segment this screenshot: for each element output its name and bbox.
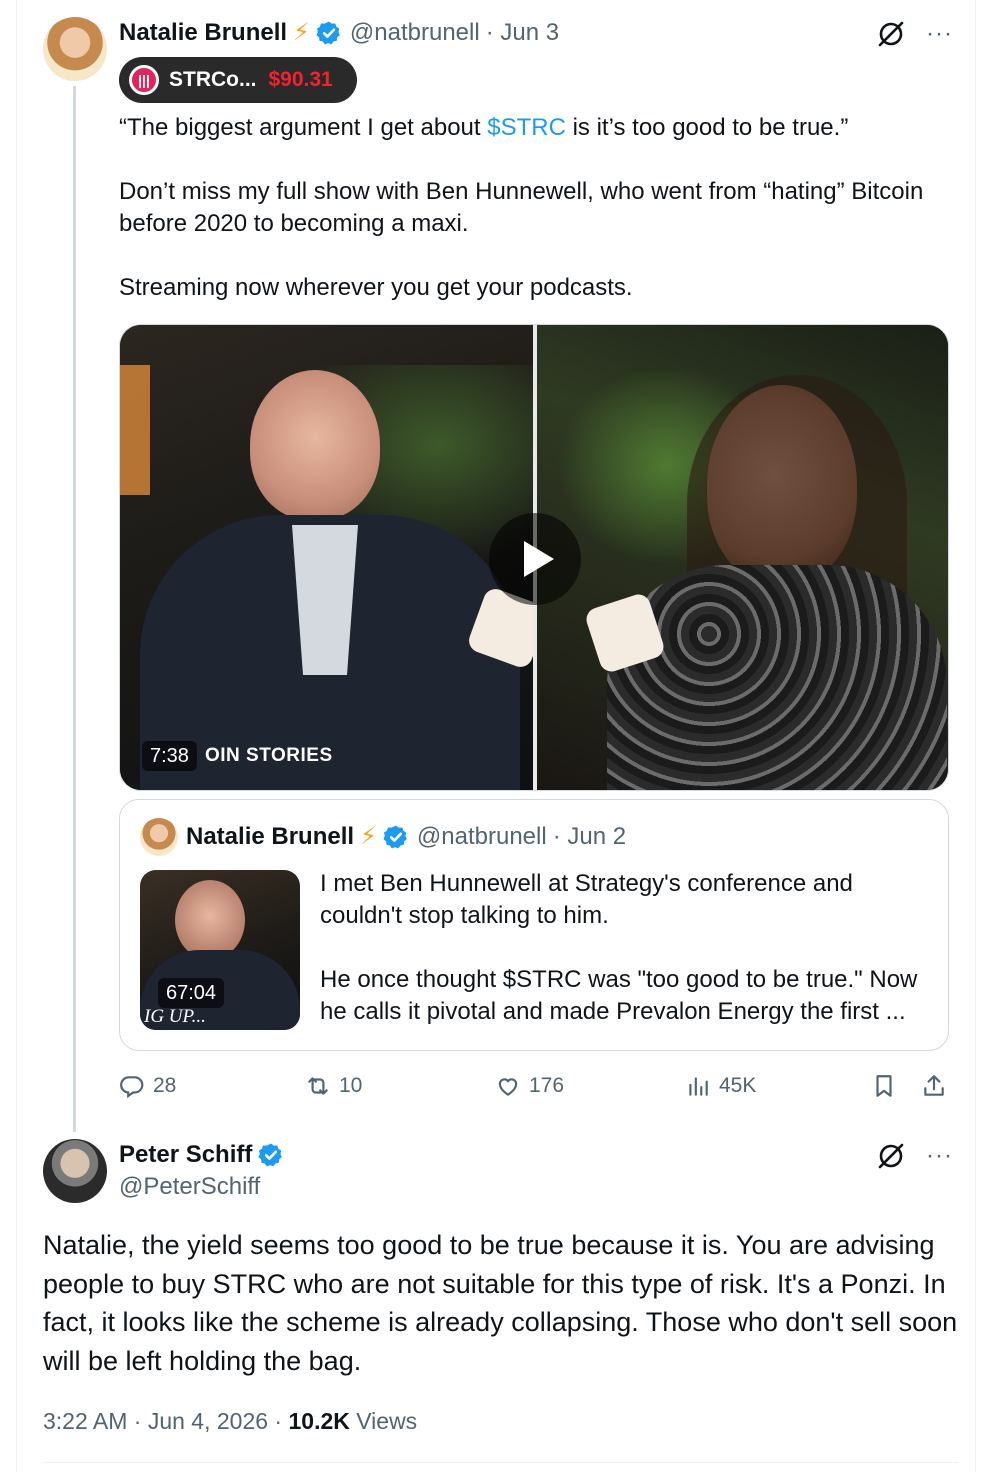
more-options-icon[interactable]: ··· bbox=[926, 20, 953, 48]
views-button[interactable]: 45K bbox=[685, 1066, 756, 1106]
quoted-avatar bbox=[140, 818, 178, 856]
ticker-price: $90.31 bbox=[268, 68, 333, 91]
post-text-para3: Streaming now wherever you get your podc… bbox=[119, 274, 633, 301]
views-count: 45K bbox=[719, 1074, 757, 1097]
video-duration: 7:38 bbox=[142, 741, 197, 771]
verified-badge-icon bbox=[316, 21, 340, 45]
post-text-line1: “The biggest argument I get about $STRC … bbox=[119, 114, 849, 141]
reply-icon bbox=[120, 1076, 144, 1099]
video-overlay-text: OIN STORIES bbox=[205, 745, 333, 766]
strategy-logo-icon: ||| bbox=[129, 65, 159, 95]
lightning-emoji: ⚡ bbox=[293, 19, 310, 46]
play-button[interactable] bbox=[489, 513, 581, 605]
post-date[interactable]: · Jun 3 bbox=[486, 18, 559, 48]
cashtag-link[interactable]: $STRC bbox=[487, 114, 566, 141]
quoted-post[interactable]: Natalie Brunell ⚡ @natbrunell · Jun 2 67… bbox=[119, 799, 949, 1051]
quoted-video-duration: 67:04 bbox=[158, 978, 225, 1008]
reply-author-name[interactable]: Peter Schiff bbox=[119, 1140, 252, 1170]
views-chart-icon bbox=[689, 1077, 708, 1096]
quoted-handle: @natbrunell bbox=[416, 823, 547, 850]
repost-count: 10 bbox=[339, 1074, 363, 1097]
repost-icon bbox=[308, 1077, 328, 1095]
quoted-thumb-overlay-text: IG UP... bbox=[144, 1006, 206, 1027]
reply-top-actions: ··· bbox=[876, 1141, 953, 1171]
avatar[interactable] bbox=[43, 17, 107, 81]
reply-button[interactable]: 28 bbox=[119, 1066, 176, 1106]
post-text-para2: Don’t miss my full show with Ben Hunnewe… bbox=[119, 178, 924, 237]
post-top-actions: ··· bbox=[876, 19, 953, 49]
quoted-text: I met Ben Hunnewell at Strategy's confer… bbox=[320, 868, 935, 1028]
author-name[interactable]: Natalie Brunell bbox=[119, 18, 287, 48]
video-left-frame bbox=[120, 325, 551, 790]
reply-views-label: Views bbox=[356, 1408, 418, 1434]
heart-icon bbox=[498, 1078, 518, 1096]
like-count: 176 bbox=[529, 1074, 565, 1097]
share-icon bbox=[924, 1075, 944, 1096]
reply-views-count: 10.2K bbox=[288, 1408, 350, 1434]
play-icon bbox=[524, 541, 554, 577]
reply-time[interactable]: 3:22 AM bbox=[43, 1408, 127, 1434]
stock-ticker-chip[interactable]: ||| STRCo... $90.31 bbox=[119, 57, 357, 103]
host-blouse bbox=[607, 565, 947, 790]
repost-button[interactable]: 10 bbox=[305, 1066, 362, 1106]
book-spines bbox=[120, 365, 150, 495]
thumb-face bbox=[175, 880, 245, 960]
grok-icon[interactable] bbox=[876, 19, 906, 49]
video-right-frame bbox=[537, 325, 948, 790]
quoted-text-para2: He once thought $STRC was "too good to b… bbox=[320, 966, 918, 1025]
quoted-video-thumbnail[interactable]: 67:04 IG UP... bbox=[140, 870, 300, 1030]
share-button[interactable] bbox=[921, 1066, 947, 1106]
quoted-text-para1: I met Ben Hunnewell at Strategy's confer… bbox=[320, 870, 853, 929]
quoted-author-name: Natalie Brunell bbox=[186, 823, 355, 850]
reply-meta: 3:22 AM · Jun 4, 2026 · 10.2K Views bbox=[43, 1405, 417, 1437]
quoted-lightning-emoji: ⚡ bbox=[360, 823, 377, 850]
post-header: Natalie Brunell ⚡ @natbrunell · Jun 3 bbox=[119, 18, 559, 48]
reply-date[interactable]: · Jun 4, 2026 · bbox=[134, 1408, 282, 1434]
quoted-verified-badge-icon bbox=[383, 825, 407, 849]
quoted-date: · Jun 2 bbox=[552, 823, 627, 850]
reply-verified-badge-icon bbox=[258, 1143, 283, 1167]
post-action-bar: 28 10 176 45K bbox=[119, 1066, 949, 1106]
post-text: “The biggest argument I get about $STRC … bbox=[119, 112, 949, 304]
reply-text: Natalie, the yield seems too good to be … bbox=[43, 1230, 958, 1376]
bookmark-icon bbox=[876, 1075, 892, 1097]
divider bbox=[43, 1462, 958, 1463]
bookmark-button[interactable] bbox=[871, 1066, 897, 1106]
author-handle[interactable]: @natbrunell bbox=[350, 18, 480, 48]
reply-header: Peter Schiff bbox=[119, 1140, 284, 1170]
reply-avatar[interactable] bbox=[43, 1139, 107, 1203]
guest-face bbox=[250, 370, 380, 520]
quoted-header: Natalie Brunell ⚡ @natbrunell · Jun 2 bbox=[186, 822, 626, 852]
reply-grok-icon[interactable] bbox=[876, 1141, 906, 1171]
reply-handle[interactable]: @PeterSchiff bbox=[119, 1172, 260, 1202]
reply-count: 28 bbox=[153, 1074, 177, 1097]
like-button[interactable]: 176 bbox=[495, 1066, 564, 1106]
thread-connector-line bbox=[73, 86, 76, 1132]
video-player[interactable]: 7:38 OIN STORIES bbox=[119, 324, 949, 791]
reply-more-options-icon[interactable]: ··· bbox=[926, 1142, 953, 1170]
ticker-symbol: STRCo... bbox=[169, 68, 257, 91]
